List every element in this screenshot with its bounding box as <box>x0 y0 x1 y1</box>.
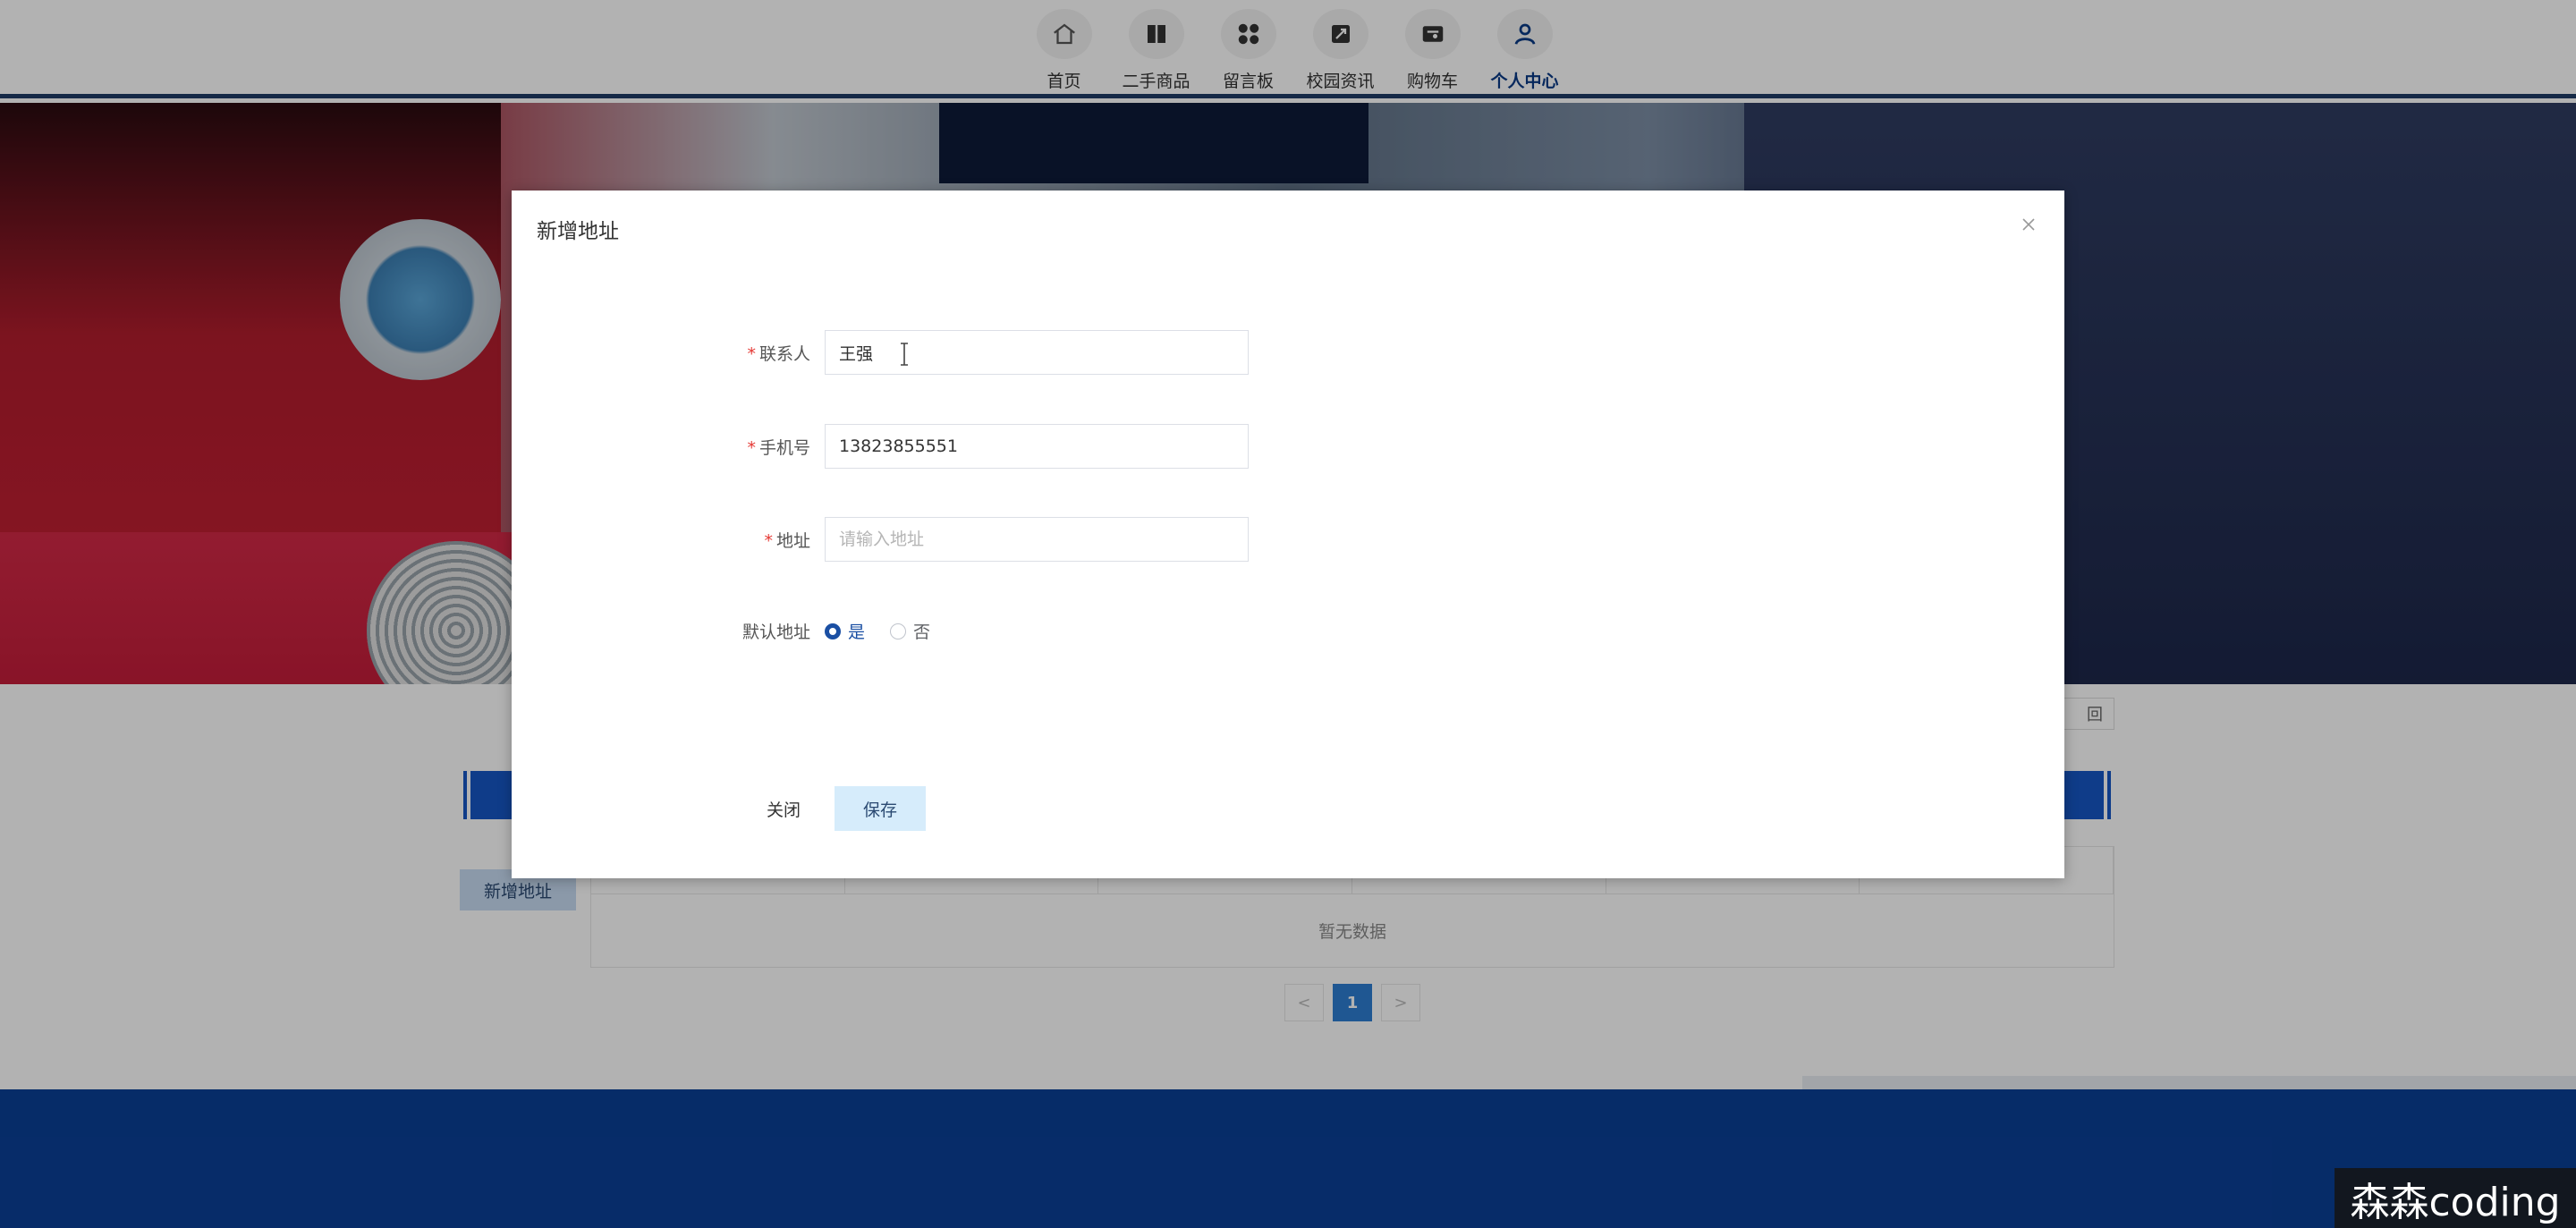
close-button[interactable]: 关闭 <box>739 786 828 831</box>
contact-input[interactable] <box>825 330 1249 375</box>
radio-no[interactable]: 否 <box>890 619 930 643</box>
form-row-address: * 地址 <box>512 517 2064 562</box>
add-address-dialog: 新增地址 *联系人 *手机号 *地址 默认地址 是 <box>512 191 2064 878</box>
dialog-title: 新增地址 <box>537 220 619 243</box>
form-row-contact: * 联系人 <box>512 330 2064 375</box>
radio-checked-icon <box>825 622 841 639</box>
address-label-text: 地址 <box>775 531 810 551</box>
dialog-close-button[interactable] <box>2016 212 2041 237</box>
contact-label: * 联系人 <box>747 341 810 365</box>
radio-yes-label: 是 <box>848 622 866 642</box>
address-label: * 地址 <box>764 528 810 552</box>
default-address-radio-group: 是 否 <box>825 619 955 643</box>
address-input[interactable] <box>825 517 1249 562</box>
radio-unchecked-icon <box>890 622 907 639</box>
form-row-phone: * 手机号 <box>512 424 2064 469</box>
phone-label: * 手机号 <box>747 435 810 459</box>
phone-input[interactable] <box>825 424 1249 469</box>
contact-label-text: 联系人 <box>758 344 810 364</box>
radio-yes[interactable]: 是 <box>825 619 865 643</box>
phone-label-text: 手机号 <box>758 438 810 458</box>
required-mark: * <box>747 344 756 364</box>
save-button[interactable]: 保存 <box>835 786 926 831</box>
radio-no-label: 否 <box>913 622 931 642</box>
close-icon <box>2022 218 2035 231</box>
watermark: 森森coding <box>2334 1168 2576 1228</box>
required-mark: * <box>747 438 756 458</box>
required-mark: * <box>764 531 773 551</box>
form-row-default: 默认地址 是 否 <box>512 608 2064 653</box>
page: 首页 二手商品 留言板 校园资讯 购物车 个人中心 回 新增地址 暂无数据 < … <box>0 0 2576 1228</box>
default-address-label: 默认地址 <box>741 622 810 642</box>
